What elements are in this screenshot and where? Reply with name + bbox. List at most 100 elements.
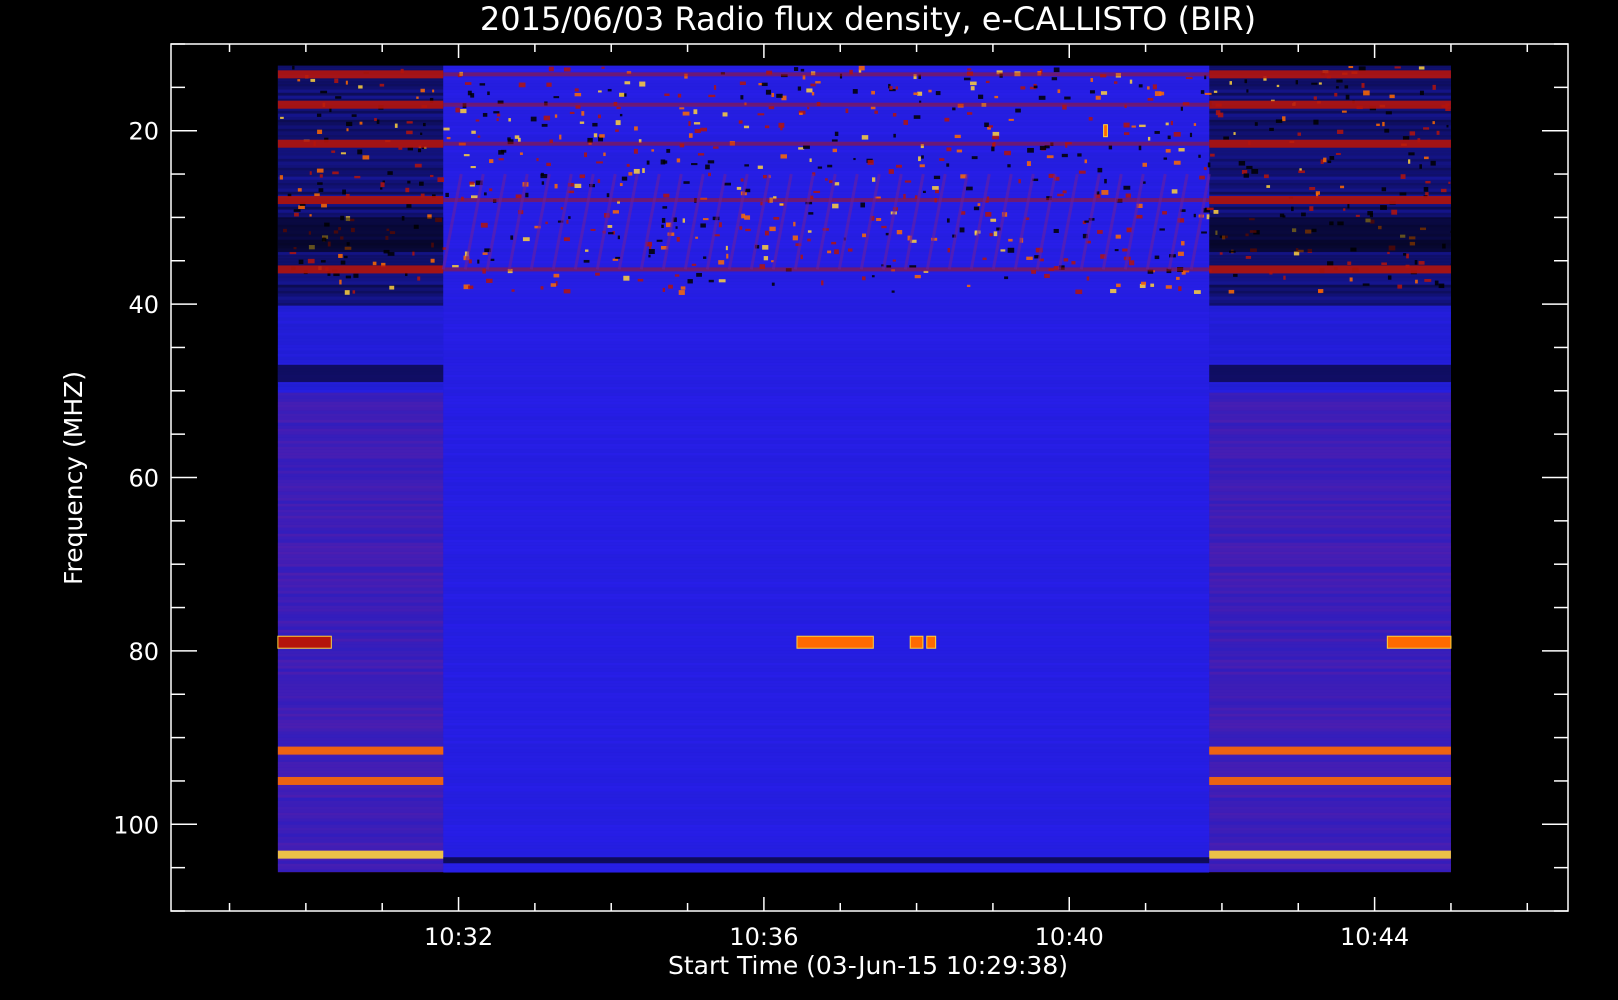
spectrogram-cell <box>280 116 284 119</box>
spectrogram-cell <box>973 206 980 211</box>
spectrogram-cell <box>277 170 444 174</box>
spectrogram-cell <box>443 608 1210 612</box>
spectrogram-cell <box>1209 386 1451 390</box>
spectrogram-cell <box>740 178 744 182</box>
spectrogram-cell <box>443 524 1210 528</box>
spectrogram-cell <box>277 167 444 171</box>
spectrogram-cell <box>443 863 1210 867</box>
spectrogram-cell <box>722 112 728 117</box>
spectrogram-cell <box>1209 524 1451 528</box>
spectrogram-cell <box>1323 157 1327 163</box>
spectrogram-cell <box>806 88 813 93</box>
spectrogram-cell <box>1147 86 1150 90</box>
spectrogram-cell <box>619 92 625 97</box>
spectrogram-cell <box>965 186 973 191</box>
spectrogram-cell <box>1044 273 1050 278</box>
spectrogram-cell <box>277 692 444 696</box>
spectrogram-cell <box>443 302 1210 306</box>
spectrogram-cell <box>1063 258 1069 262</box>
spectrogram-cell <box>933 175 941 180</box>
spectrogram-cell <box>443 830 1210 834</box>
spectrogram-cell <box>1275 119 1283 123</box>
spectrogram-cell <box>743 125 750 129</box>
spectrogram-cell <box>1209 599 1451 603</box>
spectrogram-cell <box>821 280 824 286</box>
spectrogram-cell <box>309 171 312 175</box>
spectrogram-cell <box>277 812 444 816</box>
spectrogram-cell <box>277 671 444 675</box>
spectrogram-cell <box>277 584 444 588</box>
spectrogram-cell <box>277 479 444 483</box>
spectrogram-cell <box>574 183 582 189</box>
spectrogram-cell <box>991 146 995 152</box>
spectrogram-cell <box>676 237 680 242</box>
spectrogram-cell <box>443 695 1210 699</box>
spectrogram-cell <box>1213 209 1219 214</box>
spectrogram-cell <box>443 839 1210 843</box>
spectrogram-cell <box>1209 482 1451 486</box>
spectrogram-cell <box>1209 626 1451 630</box>
spectrogram-cell <box>1263 174 1269 179</box>
spectrogram-cell <box>1381 262 1387 265</box>
spectrogram-cell <box>693 109 698 115</box>
spectrogram-cell <box>677 93 682 98</box>
spectrogram-cell <box>776 93 783 98</box>
spectrogram-cell <box>277 527 444 531</box>
spectrogram-cell <box>1078 170 1086 174</box>
spectrogram-cell <box>443 623 1210 627</box>
spectrogram-cell <box>718 222 722 228</box>
spectrogram-cell <box>1209 704 1451 708</box>
spectrogram-cell <box>277 788 444 792</box>
spectrogram-cell <box>1185 77 1193 80</box>
spectrogram-cell <box>1209 548 1451 552</box>
spectrogram-cell <box>1209 509 1451 513</box>
spectrogram-cell <box>443 659 1210 663</box>
spectrogram-cell <box>443 680 1210 684</box>
spectrogram-cell <box>1419 164 1422 169</box>
spectrogram-cell <box>277 113 444 117</box>
spectrogram-cell <box>316 168 324 173</box>
spectrogram-cell <box>277 410 444 414</box>
spectrogram-cell <box>1336 79 1343 83</box>
spectrogram-cell <box>416 96 419 99</box>
spectrogram-cell <box>1075 289 1083 295</box>
spectrogram-cell <box>443 260 1210 264</box>
spectrogram-cell <box>607 225 613 228</box>
spectrogram-cell <box>344 290 350 295</box>
spectrogram-cell <box>874 110 878 114</box>
spectrogram-cell <box>1243 173 1249 178</box>
spectrogram-cell <box>277 80 444 84</box>
spectrogram-cell <box>443 845 1210 849</box>
spectrogram-cell <box>277 593 444 597</box>
spectrogram-cell <box>277 497 444 501</box>
spectrogram-cell <box>443 518 1210 522</box>
chart-title: 2015/06/03 Radio flux density, e-CALLIST… <box>480 0 1256 38</box>
spectrogram-cell <box>445 192 449 198</box>
spectrogram-cell <box>443 725 1210 729</box>
spectrogram-cell <box>1209 788 1451 792</box>
spectrogram-cell <box>443 455 1210 459</box>
spectrogram-cell <box>277 557 444 561</box>
spectrogram-cell <box>1209 722 1451 726</box>
spectrogram-cell <box>1209 539 1451 543</box>
spectrogram-cell <box>443 83 1210 87</box>
spectrogram-cell <box>1209 827 1451 831</box>
spectrogram-cell <box>827 250 832 254</box>
spectrogram-cell <box>598 90 602 93</box>
spectrogram-cell <box>1209 593 1451 597</box>
spectrogram-cell <box>277 824 444 828</box>
spectrogram-cell <box>443 515 1210 519</box>
spectrogram-cell <box>277 191 444 195</box>
spectrogram-cell <box>1209 512 1451 516</box>
spectrogram-cell <box>1244 79 1248 84</box>
spectrogram-cell <box>1122 248 1128 252</box>
spectrogram-cell <box>590 228 596 231</box>
spectrogram-cell <box>443 665 1210 669</box>
spectrogram-cell <box>443 713 1210 717</box>
spectrogram-cell <box>904 180 912 183</box>
spectrogram-cell <box>817 166 823 169</box>
spectrogram-cell <box>443 617 1210 621</box>
spectrogram-cell <box>443 161 1210 165</box>
spectrogram-cell <box>1209 662 1451 666</box>
spectrogram-cell <box>1245 255 1252 259</box>
